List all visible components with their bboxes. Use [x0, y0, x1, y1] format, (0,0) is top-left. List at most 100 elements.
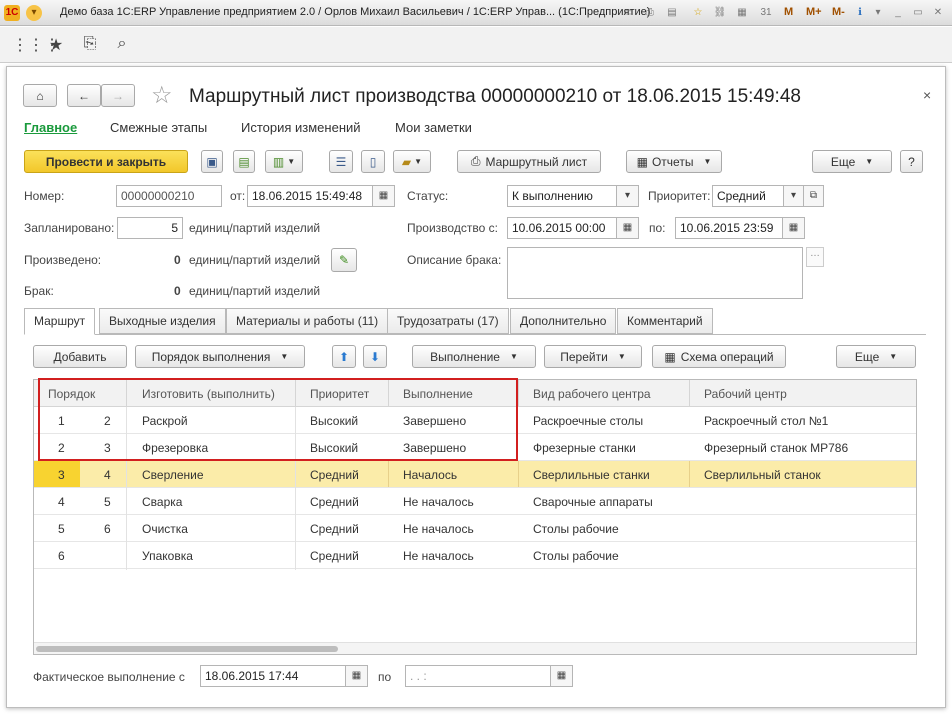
document-form: ⌂ ← → ☆ Маршрутный лист производства 000… [6, 66, 946, 708]
execution-button[interactable]: Выполнение ▼ [412, 345, 536, 368]
priority-open-button[interactable]: ⧉ [804, 185, 824, 207]
operations-scheme-button[interactable]: ▦ Схема операций [652, 345, 786, 368]
chevron-down-icon[interactable]: ▾ [870, 5, 886, 21]
actual-from-field[interactable]: 18.06.2015 17:44 [200, 665, 346, 687]
calendar-icon[interactable]: 31 [758, 5, 774, 21]
horizontal-scrollbar[interactable] [34, 642, 916, 654]
production-to-calendar-button[interactable]: ▦ [783, 217, 805, 239]
col-workcenter[interactable]: Рабочий центр [704, 387, 787, 401]
priority-dropdown-button[interactable]: ▾ [784, 185, 804, 207]
actual-to-calendar-button[interactable]: ▦ [551, 665, 573, 687]
col-workcenter-type[interactable]: Вид рабочего центра [533, 387, 651, 401]
defect-description-field[interactable] [507, 247, 803, 299]
maximize-icon[interactable]: ▭ [910, 5, 926, 21]
nav-related-stages[interactable]: Смежные этапы [110, 120, 207, 135]
date-field[interactable]: 18.06.2015 15:49:48 [247, 185, 373, 207]
nav-my-notes[interactable]: Мои заметки [395, 120, 472, 135]
date-calendar-button[interactable]: ▦ [373, 185, 395, 207]
preview-icon[interactable]: ▤ [664, 5, 680, 21]
arrow-down-icon: ⬇ [369, 349, 381, 364]
link-icon[interactable]: ⛓ [712, 5, 728, 21]
route-more-button[interactable]: Еще ▼ [836, 345, 916, 368]
production-from-calendar-button[interactable]: ▦ [617, 217, 639, 239]
nav-main[interactable]: Главное [24, 120, 77, 135]
printer-icon: ⎙ [470, 154, 481, 168]
number-label: Номер: [24, 189, 65, 203]
move-down-button[interactable]: ⬇ [363, 345, 387, 368]
scrollbar-thumb[interactable] [36, 646, 338, 652]
defect-label: Брак: [24, 284, 54, 298]
create-based-icon: ▥ [272, 154, 285, 169]
sections-grid-icon[interactable]: ⋮⋮⋮ [12, 35, 60, 55]
tab-additional[interactable]: Дополнительно [510, 308, 617, 334]
memory-mminus-button[interactable]: M- [832, 6, 845, 18]
post-and-close-button[interactable]: Провести и закрыть [24, 150, 188, 173]
defect-description-edit-button[interactable]: … [806, 247, 824, 267]
save-icon[interactable]: ▭ [620, 5, 636, 21]
more-button[interactable]: Еще ▼ [812, 150, 892, 173]
goto-button[interactable]: Перейти ▼ [544, 345, 642, 368]
tab-route[interactable]: Маршрут [24, 308, 96, 335]
search-icon[interactable]: ⌕ [112, 35, 132, 53]
status-dropdown-button[interactable]: ▾ [617, 185, 639, 207]
table-icon[interactable]: ▦ [734, 5, 750, 21]
forward-button[interactable]: → [101, 84, 135, 107]
attachments-button[interactable]: ▰ ▼ [393, 150, 431, 173]
cell-priority: Средний [310, 522, 359, 536]
execution-order-button[interactable]: Порядок выполнения ▼ [135, 345, 305, 368]
memory-m-button[interactable]: M [784, 6, 793, 18]
favorite-star-icon[interactable]: ☆ [151, 81, 173, 110]
help-button[interactable]: ? [900, 150, 923, 173]
tab-comment[interactable]: Комментарий [617, 308, 713, 334]
actual-to-field[interactable]: . . : [405, 665, 551, 687]
app-menu-icon[interactable]: ▾ [26, 5, 42, 21]
add-button[interactable]: Добавить [33, 345, 127, 368]
close-window-icon[interactable]: ✕ [930, 5, 946, 21]
cell-execution: Не началось [403, 522, 474, 536]
post-button[interactable]: ▤ [233, 150, 255, 173]
cell-workcenter-type: Фрезерные станки [533, 441, 636, 455]
nav-history[interactable]: История изменений [241, 120, 361, 135]
favorites-star-icon[interactable]: ★ [46, 35, 66, 55]
reports-button[interactable]: ▦ Отчеты ▼ [626, 150, 722, 173]
cell-workcenter-type: Сварочные аппараты [533, 495, 653, 509]
status-field[interactable]: К выполнению [507, 185, 617, 207]
back-button[interactable]: ← [67, 84, 101, 107]
arrow-left-icon: ← [78, 88, 90, 103]
favorite-icon[interactable]: ☆ [690, 5, 706, 21]
table-row[interactable]: 4 5 Сварка Средний Не началось Сварочные аппа… [34, 488, 916, 515]
production-to-field[interactable]: 10.06.2015 23:59 [675, 217, 783, 239]
window-title: Демо база 1С:ERP Управление предприятием… [60, 6, 651, 18]
cell-workcenter-type: Столы рабочие [533, 549, 619, 563]
number-field[interactable]: 00000000210 [116, 185, 222, 207]
document-button[interactable]: ▯ [361, 150, 385, 173]
memory-mplus-button[interactable]: M+ [806, 6, 822, 18]
priority-field[interactable]: Средний [712, 185, 784, 207]
cell-workcenter: Фрезерный станок МР786 [704, 441, 849, 455]
tab-output-products[interactable]: Выходные изделия [99, 308, 226, 334]
print-icon[interactable]: ⎙ [642, 5, 658, 21]
info-icon[interactable]: ℹ [852, 5, 868, 21]
home-button[interactable]: ⌂ [23, 84, 57, 107]
history-icon[interactable]: ⎘ [80, 35, 100, 53]
move-up-button[interactable]: ⬆ [332, 345, 356, 368]
table-row[interactable]: 3 4 Сверление Средний Началось Сверлильные ст… [34, 461, 916, 488]
close-form-icon[interactable]: × [923, 87, 931, 103]
table-row[interactable]: 6 Упаковка Средний Не началось Столы рабочие [34, 542, 916, 569]
create-based-on-button[interactable]: ▥ ▼ [265, 150, 303, 173]
cell-operation: Сверление [142, 468, 204, 482]
save-button[interactable]: ▣ [201, 150, 223, 173]
table-row[interactable]: 5 6 Очистка Средний Не началось Столы рабочие [34, 515, 916, 542]
planned-field[interactable]: 5 [117, 217, 183, 239]
tab-labor[interactable]: Трудозатраты (17) [387, 308, 509, 334]
cell-execution: Не началось [403, 549, 474, 563]
tabs-baseline [24, 334, 926, 335]
actual-from-calendar-button[interactable]: ▦ [346, 665, 368, 687]
date-label: от: [230, 189, 246, 203]
structure-button[interactable]: ☰ [329, 150, 353, 173]
tab-materials[interactable]: Материалы и работы (11) [226, 308, 389, 334]
minimize-icon[interactable]: _ [890, 5, 906, 21]
route-sheet-print-button[interactable]: ⎙ Маршрутный лист [457, 150, 601, 173]
edit-produced-button[interactable]: ✎ [331, 248, 357, 272]
production-from-field[interactable]: 10.06.2015 00:00 [507, 217, 617, 239]
